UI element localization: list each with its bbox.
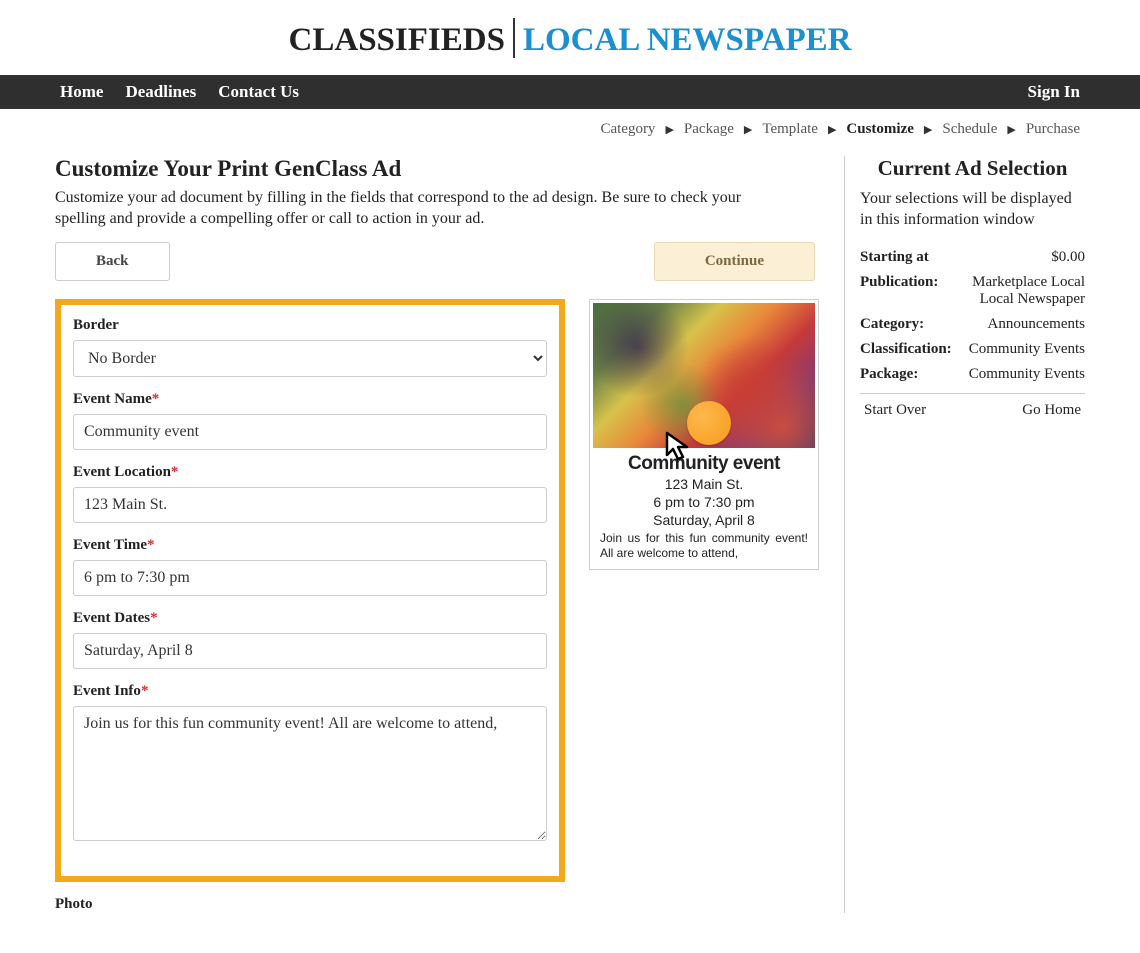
go-home-link[interactable]: Go Home [1022, 402, 1081, 419]
preview-column: Community event 123 Main St. 6 pm to 7:3… [589, 299, 819, 570]
nav-deadlines[interactable]: Deadlines [125, 82, 196, 102]
event-time-input[interactable] [73, 560, 547, 596]
nav-home[interactable]: Home [60, 82, 103, 102]
preview-dates: Saturday, April 8 [597, 511, 811, 529]
photo-label: Photo [55, 896, 819, 913]
preview-location: 123 Main St. [597, 475, 811, 493]
page-title: Customize Your Print GenClass Ad [55, 156, 819, 182]
border-label: Border [73, 317, 547, 334]
sidebar-row: Package:Community Events [860, 362, 1085, 387]
event-location-label: Event Location* [73, 464, 547, 481]
main-content: Customize Your Print GenClass Ad Customi… [55, 156, 819, 913]
sidebar-row: Starting at$0.00 [860, 245, 1085, 270]
border-select[interactable]: No Border [73, 340, 547, 377]
start-over-link[interactable]: Start Over [864, 402, 926, 419]
sidebar-row: Publication:Marketplace Local Local News… [860, 270, 1085, 312]
triangle-right-icon: ▶ [924, 123, 932, 136]
breadcrumb-step[interactable]: Purchase [1026, 121, 1080, 138]
header-title: CLASSIFIEDS [289, 22, 505, 59]
preview-info: Join us for this fun community event! Al… [597, 529, 811, 560]
ad-preview-card: Community event 123 Main St. 6 pm to 7:3… [589, 299, 819, 570]
breadcrumb-step[interactable]: Template [762, 121, 818, 138]
ad-form: Border No Border Event Name* Event Locat… [55, 299, 565, 882]
breadcrumb-step[interactable]: Package [684, 121, 734, 138]
triangle-right-icon: ▶ [828, 123, 836, 136]
event-info-textarea[interactable] [73, 706, 547, 841]
nav-contact[interactable]: Contact Us [218, 82, 299, 102]
site-header: CLASSIFIEDS LOCAL NEWSPAPER [0, 0, 1140, 75]
sidebar: Current Ad Selection Your selections wil… [844, 156, 1085, 913]
sidebar-description: Your selections will be displayed in thi… [860, 189, 1085, 231]
header-subtitle: LOCAL NEWSPAPER [523, 22, 852, 59]
event-info-label: Event Info* [73, 683, 547, 700]
sidebar-row: Classification:Community Events [860, 337, 1085, 362]
preview-event-name: Community event [597, 453, 811, 475]
header-separator [513, 18, 515, 58]
breadcrumb: Category ▶ Package ▶ Template ▶ Customiz… [0, 109, 1140, 146]
breadcrumb-step-active: Customize [846, 121, 914, 138]
triangle-right-icon: ▶ [665, 123, 673, 136]
event-name-input[interactable] [73, 414, 547, 450]
page-description: Customize your ad document by filling in… [55, 188, 775, 230]
event-dates-input[interactable] [73, 633, 547, 669]
breadcrumb-step[interactable]: Category [600, 121, 655, 138]
event-time-label: Event Time* [73, 537, 547, 554]
event-name-label: Event Name* [73, 391, 547, 408]
event-dates-label: Event Dates* [73, 610, 547, 627]
triangle-right-icon: ▶ [744, 123, 752, 136]
nav-left: Home Deadlines Contact Us [60, 82, 299, 102]
breadcrumb-step[interactable]: Schedule [942, 121, 997, 138]
main-navbar: Home Deadlines Contact Us Sign In [0, 75, 1140, 109]
sidebar-row: Category:Announcements [860, 312, 1085, 337]
preview-time: 6 pm to 7:30 pm [597, 493, 811, 511]
nav-signin[interactable]: Sign In [1028, 82, 1080, 102]
back-button[interactable]: Back [55, 242, 170, 281]
ad-preview-image [593, 303, 815, 448]
sidebar-title: Current Ad Selection [860, 156, 1085, 181]
event-location-input[interactable] [73, 487, 547, 523]
triangle-right-icon: ▶ [1007, 123, 1015, 136]
continue-button[interactable]: Continue [654, 242, 815, 281]
